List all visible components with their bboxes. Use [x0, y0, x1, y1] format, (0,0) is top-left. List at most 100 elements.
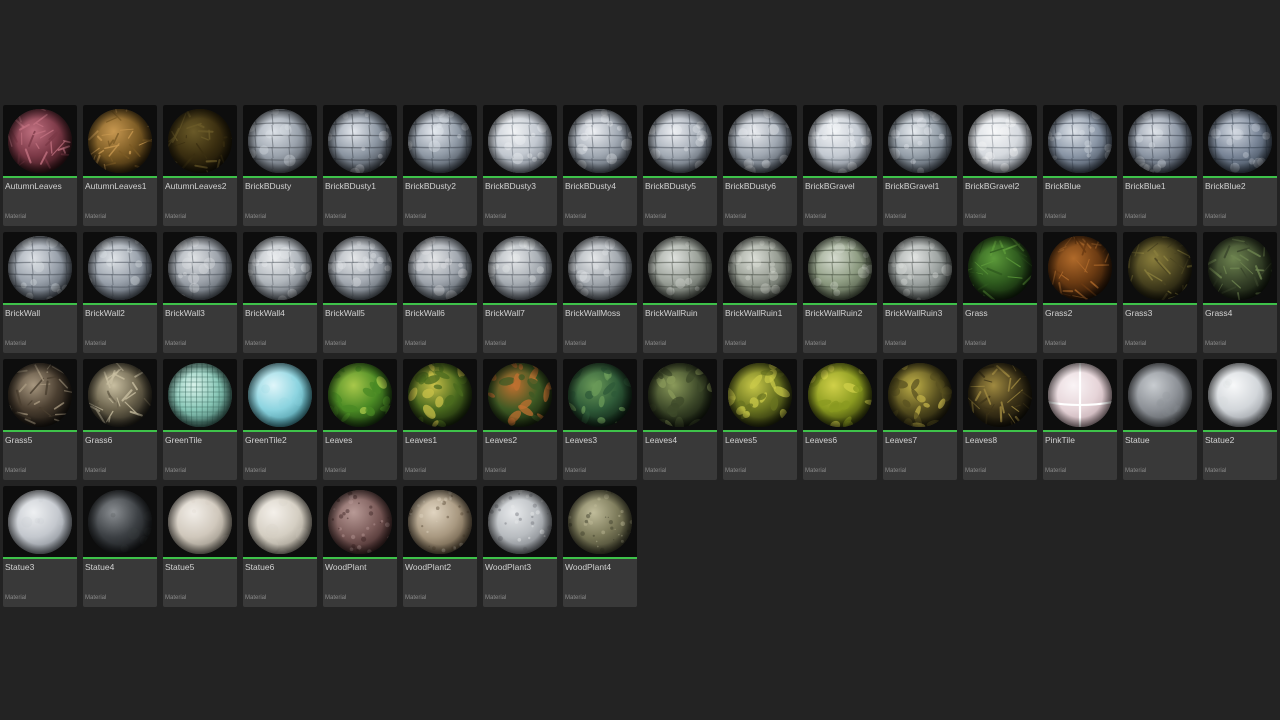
material-thumbnail [643, 105, 717, 178]
asset-tile-brickwall6[interactable]: BrickWall6 Material [403, 232, 477, 353]
material-sphere-icon [408, 235, 472, 300]
asset-type: Material [565, 595, 587, 601]
material-sphere-icon [648, 108, 712, 173]
material-thumbnail [243, 359, 317, 432]
asset-tile-brickwall2[interactable]: BrickWall2 Material [83, 232, 157, 353]
asset-tile-brickwallmoss[interactable]: BrickWallMoss Material [563, 232, 637, 353]
asset-tile-brickwall7[interactable]: BrickWall7 Material [483, 232, 557, 353]
material-thumbnail [1043, 105, 1117, 178]
asset-tile-brickwall4[interactable]: BrickWall4 Material [243, 232, 317, 353]
material-sphere-icon [968, 235, 1032, 300]
material-sphere-icon [408, 489, 472, 554]
asset-type: Material [645, 341, 667, 347]
asset-tile-statue[interactable]: Statue Material [1123, 359, 1197, 480]
asset-type: Material [405, 214, 427, 220]
asset-name: BrickWall [5, 308, 41, 318]
asset-tile-brickwallruin2[interactable]: BrickWallRuin2 Material [803, 232, 877, 353]
asset-tile-brickbdusty1[interactable]: BrickBDusty1 Material [323, 105, 397, 226]
asset-tile-brickbdusty[interactable]: BrickBDusty Material [243, 105, 317, 226]
asset-tile-grass3[interactable]: Grass3 Material [1123, 232, 1197, 353]
asset-tile-statue6[interactable]: Statue6 Material [243, 486, 317, 607]
asset-name: WoodPlant4 [565, 562, 612, 572]
asset-tile-grass2[interactable]: Grass2 Material [1043, 232, 1117, 353]
material-sphere-icon [568, 489, 632, 554]
asset-tile-greentile2[interactable]: GreenTile2 Material [243, 359, 317, 480]
asset-name: Grass4 [1205, 308, 1233, 318]
asset-tile-pinktile[interactable]: PinkTile Material [1043, 359, 1117, 480]
asset-tile-brickbgravel2[interactable]: BrickBGravel2 Material [963, 105, 1037, 226]
asset-tile-greentile[interactable]: GreenTile Material [163, 359, 237, 480]
asset-tile-leaves5[interactable]: Leaves5 Material [723, 359, 797, 480]
asset-tile-brickwallruin1[interactable]: BrickWallRuin1 Material [723, 232, 797, 353]
asset-tile-brickbgravel1[interactable]: BrickBGravel1 Material [883, 105, 957, 226]
asset-tile-brickbdusty6[interactable]: BrickBDusty6 Material [723, 105, 797, 226]
asset-tile-brickblue[interactable]: BrickBlue Material [1043, 105, 1117, 226]
asset-tile-leaves7[interactable]: Leaves7 Material [883, 359, 957, 480]
material-sphere-icon [328, 362, 392, 427]
asset-type: Material [1045, 468, 1067, 474]
asset-tile-brickwall3[interactable]: BrickWall3 Material [163, 232, 237, 353]
asset-tile-grass4[interactable]: Grass4 Material [1203, 232, 1277, 353]
material-thumbnail [1123, 359, 1197, 432]
asset-tile-woodplant[interactable]: WoodPlant Material [323, 486, 397, 607]
asset-tile-brickbgravel[interactable]: BrickBGravel Material [803, 105, 877, 226]
asset-tile-brickblue2[interactable]: BrickBlue2 Material [1203, 105, 1277, 226]
material-thumbnail [1203, 105, 1277, 178]
asset-tile-brickbdusty2[interactable]: BrickBDusty2 Material [403, 105, 477, 226]
asset-tile-woodplant4[interactable]: WoodPlant4 Material [563, 486, 637, 607]
asset-name: Statue [1125, 435, 1150, 445]
asset-tile-leaves6[interactable]: Leaves6 Material [803, 359, 877, 480]
asset-tile-grass5[interactable]: Grass5 Material [3, 359, 77, 480]
asset-tile-leaves1[interactable]: Leaves1 Material [403, 359, 477, 480]
material-sphere-icon [488, 108, 552, 173]
asset-tile-brickwall5[interactable]: BrickWall5 Material [323, 232, 397, 353]
asset-name: BrickWall6 [405, 308, 445, 318]
asset-tile-brickwallruin3[interactable]: BrickWallRuin3 Material [883, 232, 957, 353]
asset-name: WoodPlant2 [405, 562, 452, 572]
asset-type: Material [565, 341, 587, 347]
asset-tile-leaves4[interactable]: Leaves4 Material [643, 359, 717, 480]
asset-tile-statue2[interactable]: Statue2 Material [1203, 359, 1277, 480]
asset-tile-brickbdusty3[interactable]: BrickBDusty3 Material [483, 105, 557, 226]
material-thumbnail [3, 486, 77, 559]
asset-tile-statue3[interactable]: Statue3 Material [3, 486, 77, 607]
material-thumbnail [563, 232, 637, 305]
asset-tile-leaves2[interactable]: Leaves2 Material [483, 359, 557, 480]
material-sphere-icon [1048, 108, 1112, 173]
asset-tile-autumnleaves[interactable]: AutumnLeaves Material [3, 105, 77, 226]
asset-type: Material [85, 595, 107, 601]
asset-type: Material [805, 341, 827, 347]
asset-tile-brickwallruin[interactable]: BrickWallRuin Material [643, 232, 717, 353]
asset-type: Material [1125, 341, 1147, 347]
asset-tile-statue4[interactable]: Statue4 Material [83, 486, 157, 607]
material-thumbnail [243, 232, 317, 305]
asset-tile-autumnleaves2[interactable]: AutumnLeaves2 Material [163, 105, 237, 226]
material-sphere-icon [568, 108, 632, 173]
asset-tile-statue5[interactable]: Statue5 Material [163, 486, 237, 607]
asset-tile-brickbdusty5[interactable]: BrickBDusty5 Material [643, 105, 717, 226]
asset-tile-grass6[interactable]: Grass6 Material [83, 359, 157, 480]
asset-type: Material [885, 214, 907, 220]
material-sphere-icon [488, 235, 552, 300]
material-thumbnail [323, 232, 397, 305]
material-sphere-icon [888, 108, 952, 173]
asset-tile-leaves8[interactable]: Leaves8 Material [963, 359, 1037, 480]
asset-tile-brickbdusty4[interactable]: BrickBDusty4 Material [563, 105, 637, 226]
asset-tile-leaves[interactable]: Leaves Material [323, 359, 397, 480]
asset-tile-woodplant3[interactable]: WoodPlant3 Material [483, 486, 557, 607]
material-thumbnail [3, 359, 77, 432]
material-thumbnail [483, 486, 557, 559]
asset-name: Grass5 [5, 435, 33, 445]
asset-tile-woodplant2[interactable]: WoodPlant2 Material [403, 486, 477, 607]
asset-name: BrickBGravel2 [965, 181, 1020, 191]
material-thumbnail [163, 105, 237, 178]
material-thumbnail [83, 232, 157, 305]
asset-name: Statue5 [165, 562, 195, 572]
asset-tile-grass[interactable]: Grass Material [963, 232, 1037, 353]
asset-tile-autumnleaves1[interactable]: AutumnLeaves1 Material [83, 105, 157, 226]
asset-tile-brickwall[interactable]: BrickWall Material [3, 232, 77, 353]
asset-tile-leaves3[interactable]: Leaves3 Material [563, 359, 637, 480]
material-sphere-icon [248, 362, 312, 427]
asset-tile-brickblue1[interactable]: BrickBlue1 Material [1123, 105, 1197, 226]
material-sphere-icon [328, 235, 392, 300]
